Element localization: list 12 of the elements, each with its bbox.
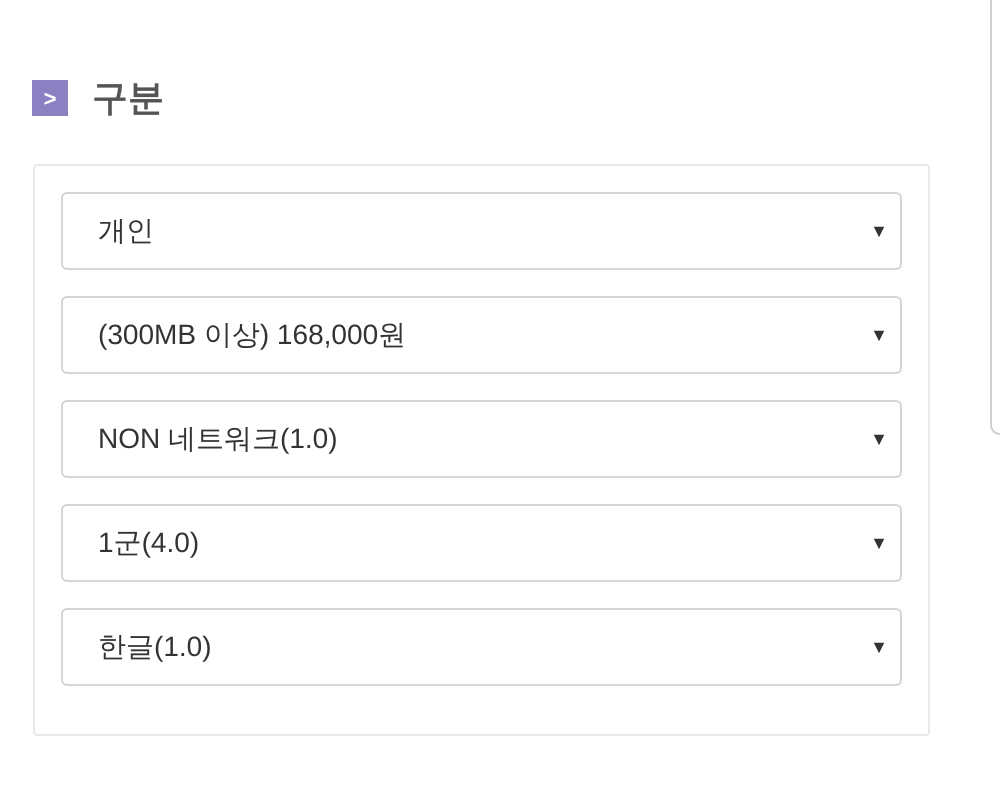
chevron-icon: >	[32, 80, 68, 116]
caret-icon: ▼	[870, 426, 888, 452]
caret-icon: ▼	[870, 218, 888, 244]
caret-icon: ▼	[870, 530, 888, 556]
dropdown-select[interactable]: 개인 ▼	[61, 192, 902, 270]
dropdown-select[interactable]: 1군(4.0) ▼	[61, 504, 902, 582]
dropdown-select[interactable]: (300MB 이상) 168,000원 ▼	[61, 296, 902, 374]
dropdown-select[interactable]: 한글(1.0) ▼	[61, 608, 902, 686]
caret-icon: ▼	[870, 634, 888, 660]
section-title: 구분	[92, 80, 164, 116]
dropdown-select[interactable]: NON 네트워크(1.0) ▼	[61, 400, 902, 478]
caret-icon: ▼	[870, 322, 888, 348]
